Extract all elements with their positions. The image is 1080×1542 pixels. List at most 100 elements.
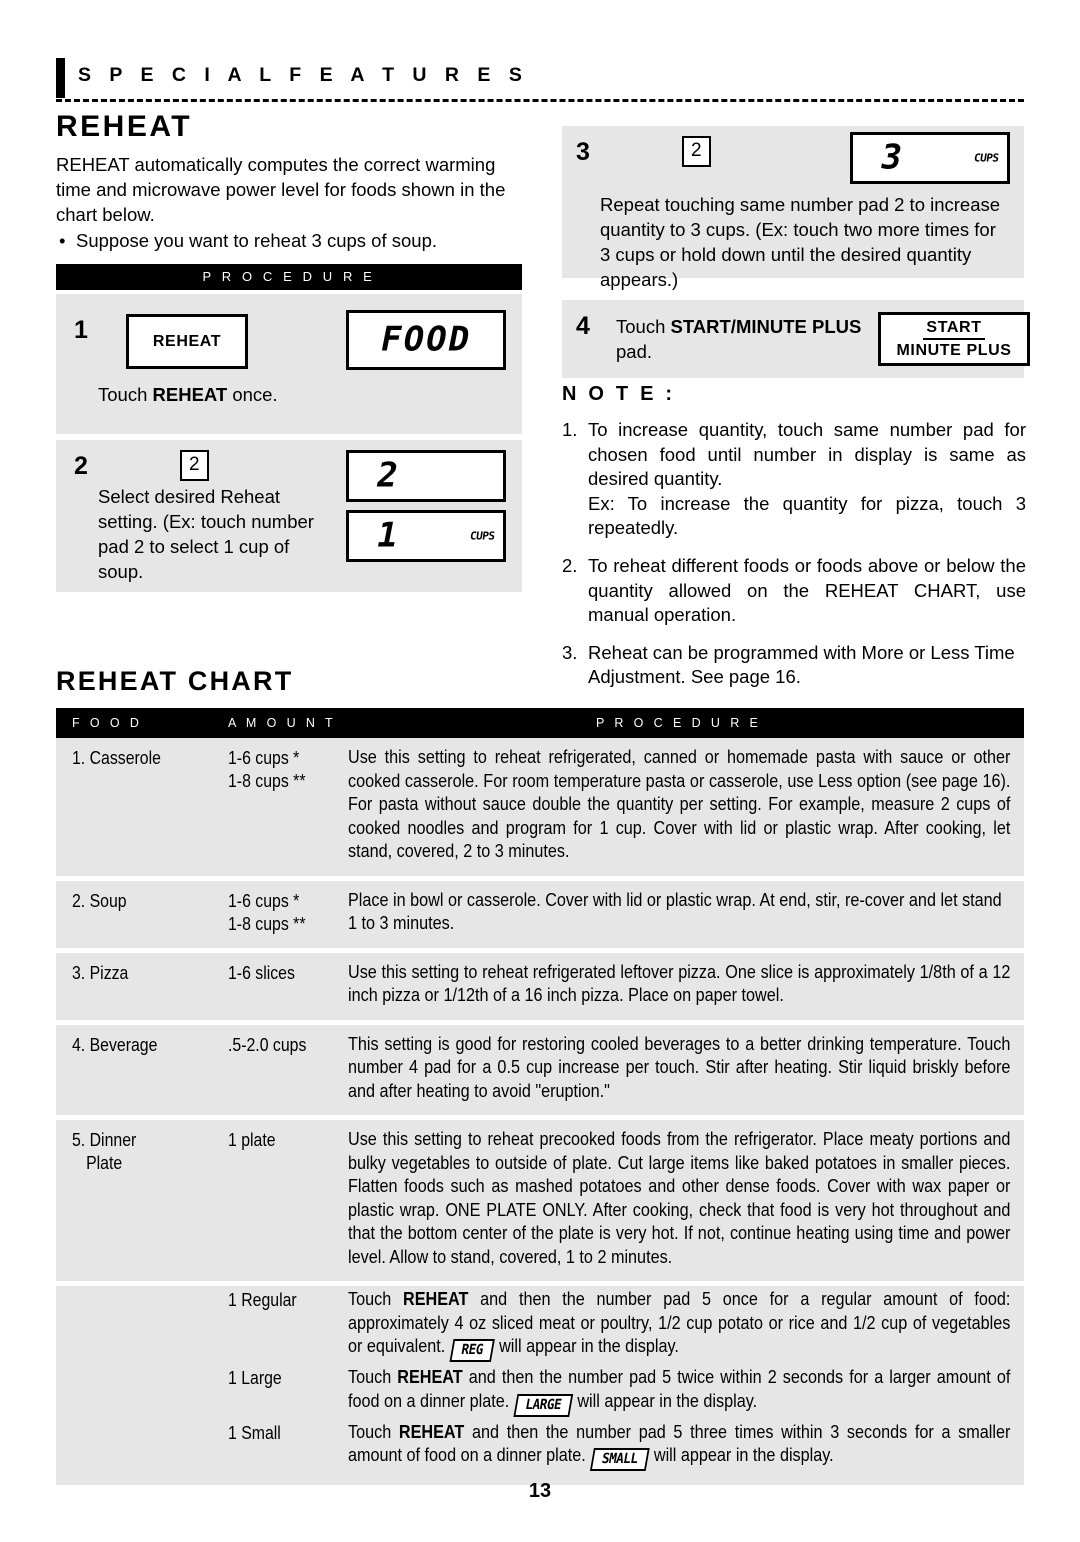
sub-row-text-1: Touch xyxy=(348,1289,403,1309)
chart-cell-procedure-text: Use this setting to reheat refrigerated … xyxy=(348,961,1011,1006)
chart-cell-amount: 1-6 cups * 1-8 cups ** xyxy=(228,890,360,936)
start-minute-plus-pad-button[interactable]: START MINUTE PLUS xyxy=(878,312,1030,366)
chart-cell-food: 1. Casserole xyxy=(72,748,161,768)
step-2-display-2-unit: CUPS xyxy=(468,529,495,543)
chart-title: REHEAT CHART xyxy=(56,666,294,696)
chart-cell-procedure: This setting is good for restoring coole… xyxy=(348,1033,1010,1104)
step-4-text-bold-1: START/MINUTE xyxy=(670,316,807,337)
intro-paragraph: REHEAT automatically computes the correc… xyxy=(56,154,506,225)
chart-cell-amount-line1: 1 plate xyxy=(228,1130,276,1150)
chart-cell-amount-line1: 1 Large xyxy=(228,1368,282,1388)
start-pad-label-line1: START xyxy=(923,319,985,340)
chart-cell-procedure: Use this setting to reheat refrigerated … xyxy=(348,961,1010,1008)
section-header-title: S P E C I A L F E A T U R E S xyxy=(78,64,529,86)
reheat-pad-button[interactable]: REHEAT xyxy=(126,314,248,369)
note-item-text: To reheat different foods or foods above… xyxy=(588,554,1026,626)
step-3-display-unit: CUPS xyxy=(972,151,999,165)
display-chip-reg-text: REG xyxy=(460,1342,485,1358)
bullet-dot-icon: • xyxy=(59,230,66,251)
chart-cell-procedure: Touch REHEAT and then the number pad 5 t… xyxy=(348,1366,1010,1417)
note-item-text: To increase quantity, touch same number … xyxy=(588,419,1026,490)
note-item-text: Reheat can be programmed with More or Le… xyxy=(588,641,1015,688)
chart-cell-amount-line1: 1-6 slices xyxy=(228,962,295,983)
section-bar-icon xyxy=(56,58,65,98)
note-item: 1. To increase quantity, touch same numb… xyxy=(562,418,1026,541)
chart-cell-amount-line1: 1 Small xyxy=(228,1422,281,1443)
table-row: 1 Regular Touch REHEAT and then the numb… xyxy=(56,1286,1024,1364)
step-2-display-2: 1 CUPS xyxy=(346,510,506,562)
chart-cell-procedure: Use this setting to reheat refrigerated,… xyxy=(348,746,1010,864)
section-divider xyxy=(56,99,1024,102)
step-2-number: 2 xyxy=(74,452,88,480)
number-pad-2-label: 2 xyxy=(189,454,200,475)
table-row: 4. Beverage .5-2.0 cups This setting is … xyxy=(56,1024,1024,1120)
step-2-display-1: 2 xyxy=(346,450,506,502)
step-3-text: Repeat touching same number pad 2 to inc… xyxy=(600,194,1001,290)
chart-cell-food-line1: 5. Dinner xyxy=(72,1130,137,1150)
note-item: 2. To reheat different foods or foods ab… xyxy=(562,554,1026,628)
step-1-text-prefix: Touch xyxy=(98,384,153,405)
sub-row-text-3: will appear in the display. xyxy=(572,1390,758,1411)
chart-header-row: F O O D A M O U N T P R O C E D U R E xyxy=(56,708,1024,738)
chart-cell-amount-line1: .5-2.0 cups xyxy=(228,1034,307,1055)
chart-cell-food: 5. Dinner Plate xyxy=(72,1129,204,1175)
sub-row-bold-reheat: REHEAT xyxy=(398,1421,465,1442)
chart-cell-amount: 1 Small xyxy=(228,1422,360,1445)
chart-cell-procedure-text: This setting is good for restoring coole… xyxy=(348,1033,1011,1101)
table-row: 1 Small Touch REHEAT and then the number… xyxy=(56,1418,1024,1485)
chart-column-procedure: P R O C E D U R E xyxy=(596,716,762,730)
step-1-display-value: FOOD xyxy=(377,319,475,360)
chart-cell-amount: 1-6 slices xyxy=(228,962,360,985)
chart-cell-procedure: Use this setting to reheat precooked foo… xyxy=(348,1128,1010,1269)
reheat-chart-table: F O O D A M O U N T P R O C E D U R E 1.… xyxy=(56,708,1024,1485)
procedure-header-label: P R O C E D U R E xyxy=(202,269,376,284)
chart-cell-procedure: Touch REHEAT and then the number pad 5 t… xyxy=(348,1421,1010,1471)
chart-cell-amount-line1: 1-6 cups * xyxy=(228,890,300,911)
chart-cell-procedure-text: Touch REHEAT and then the number pad 5 t… xyxy=(348,1366,1010,1417)
chart-cell-amount-line2: 1-8 cups ** xyxy=(228,913,306,934)
chart-cell-amount: .5-2.0 cups xyxy=(228,1034,360,1057)
display-chip-large-text: LARGE xyxy=(524,1396,563,1413)
note-item: 3. Reheat can be programmed with More or… xyxy=(562,641,1026,690)
sub-row-text-1: Touch xyxy=(348,1421,399,1442)
step-4-text-suffix: pad. xyxy=(616,341,653,362)
step-4-text-prefix: Touch xyxy=(616,316,671,337)
number-pad-2-label-step3: 2 xyxy=(691,140,702,161)
step-1-text-bold: REHEAT xyxy=(152,384,228,405)
table-row: 1 Large Touch REHEAT and then the number… xyxy=(56,1364,1024,1419)
chart-cell-procedure-text: Use this setting to reheat precooked foo… xyxy=(348,1129,1011,1267)
chart-cell-amount: 1 Regular xyxy=(228,1289,360,1312)
chart-cell-amount-line2: 1-8 cups ** xyxy=(228,771,306,791)
note-list: 1. To increase quantity, touch same numb… xyxy=(562,418,1026,703)
note-item-number: 2. xyxy=(562,554,578,576)
chart-cell-procedure-text: Place in bowl or casserole. Cover with l… xyxy=(348,889,1002,934)
sub-row-text-3: will appear in the display. xyxy=(494,1336,679,1356)
chart-cell-procedure-text: Use this setting to reheat refrigerated,… xyxy=(348,747,1011,861)
chart-cell-procedure: Place in bowl or casserole. Cover with l… xyxy=(348,889,1010,936)
chart-cell-procedure-text: Touch REHEAT and then the number pad 5 t… xyxy=(348,1421,1010,1471)
procedure-header-bar: P R O C E D U R E xyxy=(56,264,522,290)
chart-cell-food: 3. Pizza xyxy=(72,962,129,983)
intro-bullet: • Suppose you want to reheat 3 cups of s… xyxy=(56,228,526,253)
step-2-text: Select desired Reheat setting. (Ex: touc… xyxy=(98,486,314,582)
page-number: 13 xyxy=(528,1480,552,1502)
chart-cell-food: 2. Soup xyxy=(72,890,127,911)
sub-row-bold-reheat: REHEAT xyxy=(402,1289,469,1309)
step-3-number: 3 xyxy=(576,138,590,166)
chart-cell-amount-line1: 1 Regular xyxy=(228,1290,297,1310)
step-2-display-1-value: 2 xyxy=(373,455,404,496)
display-chip-reg: REG xyxy=(449,1339,495,1362)
sub-row-bold-reheat: REHEAT xyxy=(397,1367,463,1387)
sub-row-text-3: will appear in the display. xyxy=(649,1445,834,1465)
reheat-pad-label: REHEAT xyxy=(152,332,222,350)
chart-cell-amount-line1: 1-6 cups * xyxy=(228,748,300,768)
step-3-display-value: 3 xyxy=(877,137,908,178)
note-item-number: 1. xyxy=(562,419,578,440)
number-pad-2-key[interactable]: 2 xyxy=(180,450,209,481)
number-pad-2-key-step3[interactable]: 2 xyxy=(682,136,711,167)
step-2-display-2-value: 1 xyxy=(373,515,404,556)
manual-page: S P E C I A L F E A T U R E S REHEAT REH… xyxy=(0,0,1080,1542)
note-title: N O T E : xyxy=(562,383,676,405)
step-3-panel: 3 2 3 CUPS Repeat touching same number p… xyxy=(562,126,1024,290)
sub-row-text-1: Touch xyxy=(348,1367,398,1387)
